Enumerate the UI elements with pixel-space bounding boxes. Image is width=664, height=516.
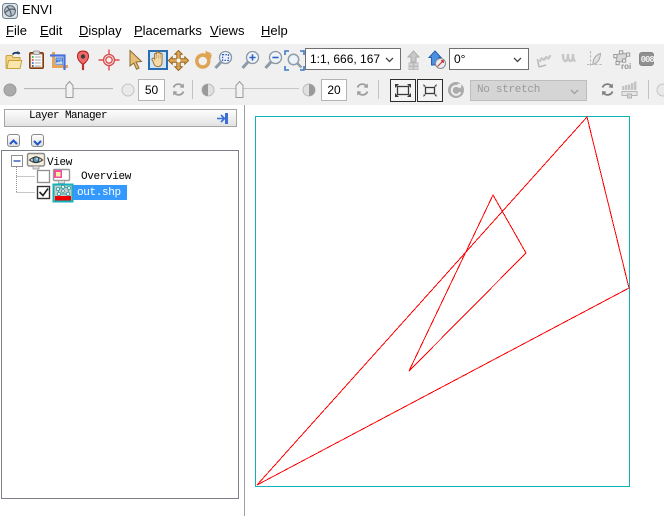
svg-text:roi: roi [621,62,631,70]
svg-text:008: 008 [641,55,654,65]
